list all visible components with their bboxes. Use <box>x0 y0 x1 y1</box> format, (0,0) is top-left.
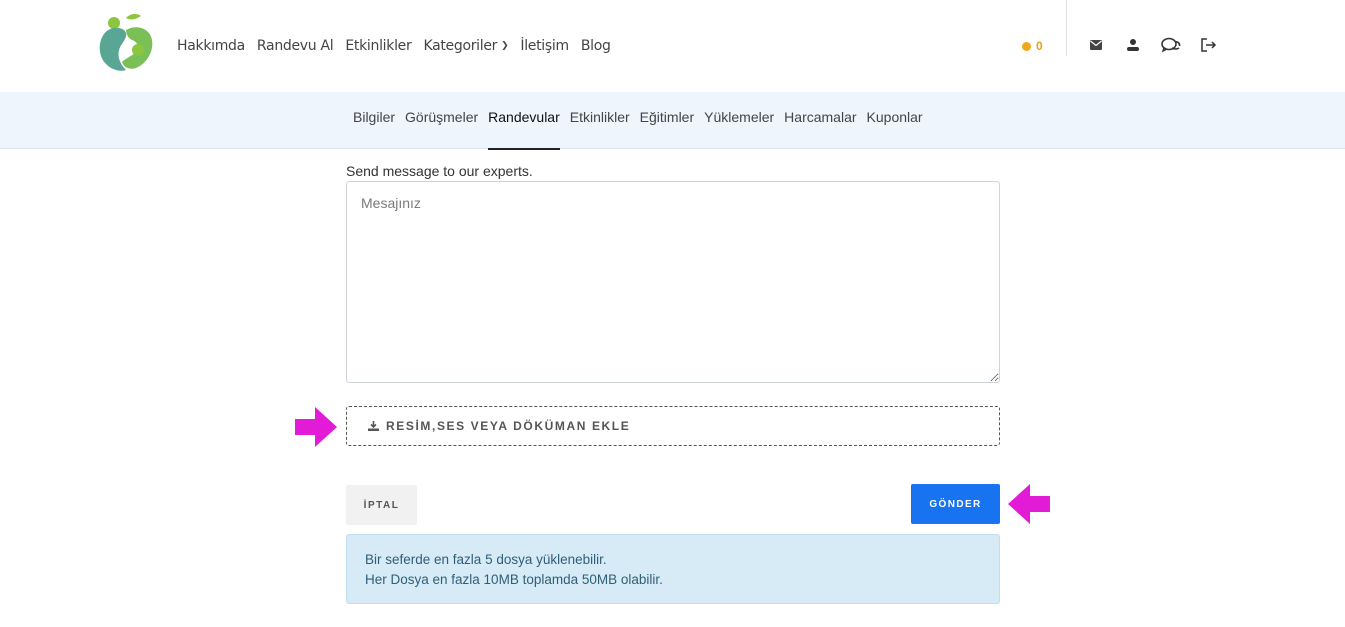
cancel-button[interactable]: İPTAL <box>346 485 417 525</box>
tab-etkinlikler[interactable]: Etkinlikler <box>570 92 630 149</box>
chat-icon[interactable] <box>1160 34 1182 56</box>
logout-icon[interactable] <box>1198 34 1220 56</box>
mail-icon[interactable] <box>1085 34 1107 56</box>
user-icon[interactable] <box>1122 34 1144 56</box>
annotation-arrow-right-icon <box>295 407 337 447</box>
nav-item-randevu-al[interactable]: Randevu Al <box>257 38 334 54</box>
logo[interactable] <box>96 12 156 74</box>
tab-yuklemeler[interactable]: Yüklemeler <box>704 92 774 149</box>
divider <box>1066 0 1067 56</box>
nav-item-hakkimda[interactable]: Hakkımda <box>177 38 245 54</box>
profile-subnav: Bilgiler Görüşmeler Randevular Etkinlikl… <box>0 92 1345 150</box>
main-nav: Hakkımda Randevu Al Etkinlikler Kategori… <box>177 0 623 92</box>
message-textarea[interactable] <box>346 181 1000 383</box>
annotation-arrow-left-icon <box>1008 484 1050 524</box>
upload-icon <box>368 421 379 431</box>
attach-file-button[interactable]: RESİM,SES VEYA DÖKÜMAN EKLE <box>346 406 1000 446</box>
nav-item-kategoriler[interactable]: Kategoriler ❯ <box>423 38 508 54</box>
tab-harcamalar[interactable]: Harcamalar <box>784 92 856 149</box>
nav-item-etkinlikler[interactable]: Etkinlikler <box>345 38 411 54</box>
tab-bilgiler[interactable]: Bilgiler <box>353 92 395 149</box>
coin-balance[interactable]: 0 <box>1022 0 1043 92</box>
nav-item-kategoriler-label: Kategoriler <box>423 38 498 54</box>
info-line-1: Bir seferde en fazla 5 dosya yüklenebili… <box>365 552 607 567</box>
top-navbar: Hakkımda Randevu Al Etkinlikler Kategori… <box>0 0 1345 92</box>
chevron-down-icon: ❯ <box>501 41 509 51</box>
nav-item-iletisim[interactable]: İletişim <box>520 38 569 54</box>
info-line-2: Her Dosya en fazla 10MB toplamda 50MB ol… <box>365 572 663 587</box>
send-button[interactable]: GÖNDER <box>911 484 1000 524</box>
message-label: Send message to our experts. <box>346 163 533 179</box>
tab-kuponlar[interactable]: Kuponlar <box>867 92 923 149</box>
tab-randevular[interactable]: Randevular <box>488 92 560 150</box>
coin-icon <box>1022 41 1031 51</box>
tab-egitimler[interactable]: Eğitimler <box>640 92 694 149</box>
upload-info-alert: Bir seferde en fazla 5 dosya yüklenebili… <box>346 534 1000 604</box>
tab-gorusmeler[interactable]: Görüşmeler <box>405 92 478 149</box>
coin-count: 0 <box>1036 39 1043 53</box>
attach-file-label: RESİM,SES VEYA DÖKÜMAN EKLE <box>386 419 631 433</box>
nav-item-blog[interactable]: Blog <box>581 38 611 54</box>
